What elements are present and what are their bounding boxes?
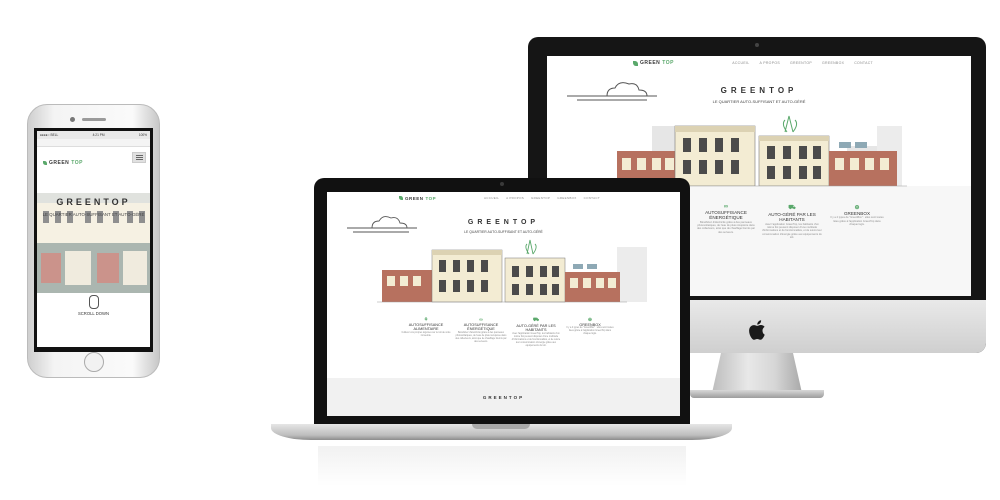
mouse-scroll-icon xyxy=(89,295,99,309)
status-time: 4:21 PM xyxy=(92,133,105,137)
truck-icon: ⛟ xyxy=(532,317,540,323)
feature-title: AUTOSUFFISANCE ALIMENTAIRE xyxy=(408,323,444,332)
feature-desc: Avec l'application GreenTop, les habitan… xyxy=(511,332,561,347)
macbook-screen: GREEN TOP ACCUEIL A PROPOS GREENTOP GREEN… xyxy=(327,192,680,416)
carrier-label: ●●●●○ BELL xyxy=(40,133,59,137)
feature-title: AUTOSUFFISANCE ÉNERGÉTIQUE xyxy=(463,323,499,332)
feature-desc: Avec l'application GreenTop, les habitan… xyxy=(762,222,822,239)
iphone-home-button[interactable] xyxy=(84,352,104,372)
feature-alimentaire: ⚘ AUTOSUFFISANCE ALIMENTAIRE Cultivez vo… xyxy=(401,317,451,338)
footer-title: GREENTOP xyxy=(482,395,525,400)
feature-energie: ∞ AUTOSUFFISANCE ÉNERGÉTIQUE Bénéficiez … xyxy=(697,204,755,234)
scroll-down-label[interactable]: SCROLL DOWN xyxy=(37,311,150,316)
leaf-logo-icon xyxy=(43,161,47,165)
feature-habitants: ⛟ AUTO-GÉRÉ PAR LES HABITANTS Avec l'app… xyxy=(510,317,562,348)
feature-desc: Il y a 4 types de "GreenBox" : elles son… xyxy=(830,216,884,226)
hamburger-menu-button[interactable] xyxy=(132,151,146,163)
hero-title: GREENTOP xyxy=(56,197,131,207)
status-bar: ●●●●○ BELL 4:21 PM 100% xyxy=(37,131,150,139)
iphone-camera xyxy=(70,117,75,122)
feature-desc: Bénéficiez d'électricité grâce à des pan… xyxy=(455,331,507,343)
feature-greenbox: ⊕ GREENBOX Il y a 4 types de "GreenBox" … xyxy=(829,204,885,226)
hero-subtitle: LE QUARTIER AUTO-SUFFISANT ET AUTO-GÉRÉ xyxy=(42,212,145,217)
site-nav-mobile: GREEN TOP xyxy=(37,147,150,167)
imac-camera xyxy=(755,43,759,47)
iphone-screen: ●●●●○ BELL 4:21 PM 100% GREEN TOP GREENTO… xyxy=(37,131,150,347)
greenbox-icon: ⊕ xyxy=(854,205,860,211)
feature-title: AUTO-GÉRÉ PAR LES HABITANTS xyxy=(768,212,816,223)
feature-desc: Il y a 4 types de "GreenBox" : elles son… xyxy=(566,327,614,336)
site-logo[interactable]: GREEN TOP xyxy=(43,160,83,166)
apple-logo-icon xyxy=(749,320,765,340)
imac-foot xyxy=(690,390,824,398)
logo-text-b: TOP xyxy=(71,160,83,166)
url-bar[interactable] xyxy=(37,139,150,147)
iphone-speaker xyxy=(82,118,106,121)
feature-greenbox: ⊕ GREENBOX Il y a 4 types de "GreenBox" … xyxy=(565,317,615,336)
macbook-camera xyxy=(500,182,504,186)
macbook-reflection xyxy=(318,446,686,486)
feature-habitants: ⛟ AUTO-GÉRÉ PAR LES HABITANTS Avec l'app… xyxy=(762,204,822,239)
feature-energie: ∞ AUTOSUFFISANCE ÉNERGÉTIQUE Bénéficiez … xyxy=(455,317,507,344)
city-photo xyxy=(37,193,150,293)
feature-desc: Cultivez vos propres légumes sur le toit… xyxy=(401,331,451,337)
truck-icon: ⛟ xyxy=(788,205,796,211)
imac-stand xyxy=(712,353,802,393)
feature-title: AUTO-GÉRÉ PAR LES HABITANTS xyxy=(516,324,556,333)
battery-label: 100% xyxy=(138,133,147,137)
macbook-notch xyxy=(472,424,530,429)
logo-text-a: GREEN xyxy=(49,160,70,166)
feature-title: AUTOSUFFISANCE ÉNERGÉTIQUE xyxy=(705,210,747,221)
feature-desc: Bénéficiez d'électricité grâce à des pan… xyxy=(697,220,755,234)
